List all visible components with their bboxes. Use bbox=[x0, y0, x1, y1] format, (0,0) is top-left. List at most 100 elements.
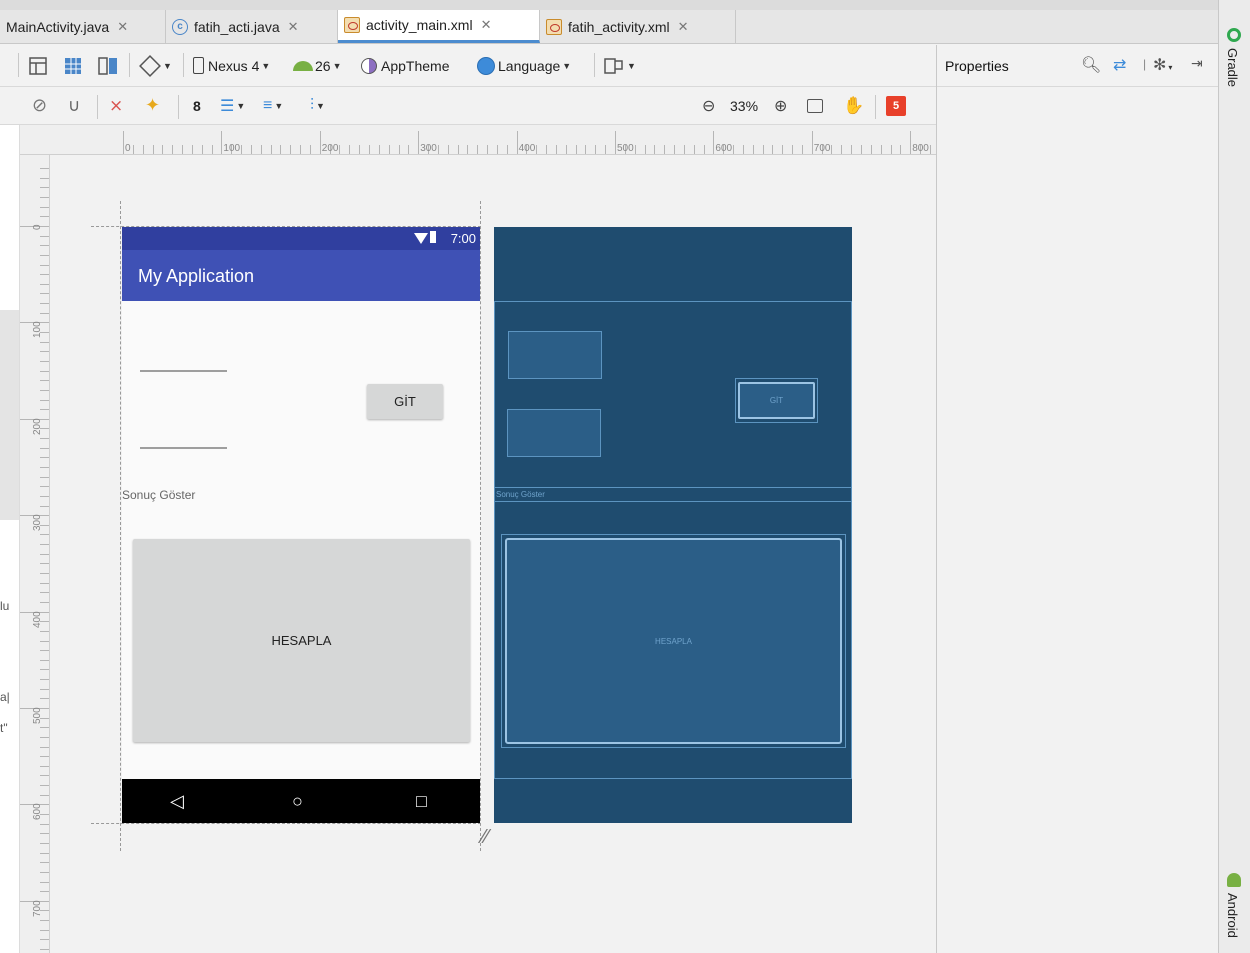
ruler-tick bbox=[40, 592, 49, 594]
close-icon[interactable]: ✕ bbox=[678, 19, 689, 35]
ruler-tick bbox=[674, 145, 676, 154]
ruler-tick bbox=[40, 669, 49, 671]
blueprint-git-button[interactable]: GİT bbox=[738, 382, 815, 419]
close-icon[interactable]: ✕ bbox=[288, 19, 299, 35]
resize-handle-icon[interactable]: ⁄⁄ bbox=[482, 826, 489, 849]
design-surface[interactable]: 7:00 My Application GİT Sonuç Göster HES… bbox=[122, 227, 480, 823]
hesapla-button[interactable]: HESAPLA bbox=[133, 539, 470, 742]
android-tool-button[interactable]: Android bbox=[1225, 893, 1240, 938]
hide-panel-icon[interactable]: ⇥ bbox=[1191, 55, 1203, 72]
ruler-tick bbox=[644, 145, 646, 154]
ruler-tick bbox=[487, 145, 489, 154]
ruler-tick bbox=[40, 197, 49, 199]
search-icon[interactable]: 🔍︎ bbox=[1081, 55, 1101, 75]
ruler-tick bbox=[447, 145, 449, 154]
orientation-button[interactable]: ▼ bbox=[139, 45, 172, 86]
layout-editor-toolbar: ▼ Nexus 4 ▼ 26 ▼ AppTheme Language ▼ ▼ bbox=[0, 45, 936, 87]
gradle-tool-button[interactable]: Gradle bbox=[1225, 48, 1240, 87]
autoconnect-button[interactable]: ∪ bbox=[68, 87, 80, 124]
ruler-tick bbox=[40, 168, 49, 170]
ruler-tick bbox=[40, 235, 49, 237]
result-textview[interactable]: Sonuç Göster bbox=[122, 488, 195, 502]
gear-icon[interactable]: ✻ ▾ bbox=[1153, 55, 1172, 75]
ruler-tick bbox=[40, 283, 49, 285]
zoom-in-button[interactable]: ⊕ bbox=[774, 87, 787, 124]
ruler-tick bbox=[40, 187, 49, 189]
tab-fatih-activity-xml[interactable]: fatih_activity.xml ✕ bbox=[540, 10, 736, 43]
close-icon[interactable]: ✕ bbox=[117, 19, 128, 35]
design-canvas[interactable]: 7:00 My Application GİT Sonuç Göster HES… bbox=[51, 156, 936, 953]
ruler-tick bbox=[40, 852, 49, 854]
pan-button[interactable]: ✋ bbox=[843, 87, 864, 124]
ruler-tick bbox=[40, 949, 49, 950]
tab-fatih-acti-java[interactable]: c fatih_acti.java ✕ bbox=[166, 10, 338, 43]
tab-mainactivity-java[interactable]: MainActivity.java ✕ bbox=[0, 10, 166, 43]
xml-layout-icon bbox=[546, 18, 562, 35]
device-selector[interactable]: Nexus 4 ▼ bbox=[193, 45, 270, 86]
ruler-tick bbox=[349, 145, 351, 154]
hide-constraints-button[interactable]: ⊘ bbox=[32, 87, 47, 124]
ruler-tick bbox=[280, 145, 282, 154]
ruler-tick bbox=[40, 380, 49, 382]
edittext-1[interactable] bbox=[140, 370, 227, 372]
guidelines-button[interactable]: ⫶ ▼ bbox=[310, 87, 325, 124]
language-label: Language bbox=[498, 57, 561, 74]
tab-activity-main-xml[interactable]: activity_main.xml ✕ bbox=[338, 10, 540, 43]
ruler-tick bbox=[309, 145, 311, 154]
default-margin-selector[interactable]: 8 bbox=[193, 87, 201, 124]
design-view-button[interactable] bbox=[28, 45, 48, 86]
ruler-tick bbox=[40, 842, 49, 844]
ruler-tick bbox=[654, 145, 656, 154]
design-blueprint-button[interactable] bbox=[97, 45, 119, 86]
blueprint-hesapla-label: HESAPLA bbox=[655, 636, 692, 646]
vertical-ruler: 0 100 200 300 400 500 600 700 bbox=[20, 155, 50, 953]
android-icon bbox=[1227, 873, 1241, 887]
ruler-tick bbox=[634, 145, 636, 154]
theme-selector[interactable]: AppTheme bbox=[361, 45, 449, 86]
ruler-tick bbox=[40, 177, 49, 179]
blueprint-edittext-2[interactable] bbox=[507, 409, 601, 457]
ruler-tick bbox=[40, 399, 49, 401]
edittext-2[interactable] bbox=[140, 447, 227, 449]
blueprint-surface[interactable]: GİT Sonuç Göster HESAPLA bbox=[494, 227, 852, 823]
infer-constraints-button[interactable]: ✦ bbox=[145, 87, 160, 124]
ruler-tick bbox=[40, 688, 49, 690]
ruler-tick bbox=[40, 216, 49, 218]
hand-icon: ✋ bbox=[843, 95, 865, 115]
ruler-tick bbox=[40, 871, 49, 873]
pack-button[interactable]: ☰ ▼ bbox=[220, 87, 245, 124]
blueprint-edittext-1[interactable] bbox=[508, 331, 602, 379]
clear-constraints-button[interactable]: ⨯ bbox=[109, 87, 123, 124]
git-button[interactable]: GİT bbox=[367, 384, 443, 419]
chevron-down-icon: ▼ bbox=[274, 100, 284, 111]
zoom-out-button[interactable]: ⊖ bbox=[702, 87, 715, 124]
ruler-tick bbox=[40, 341, 49, 343]
align-button[interactable]: ≡ ▼ bbox=[263, 87, 283, 124]
ruler-label: 200 bbox=[321, 143, 339, 154]
rotate-icon bbox=[139, 54, 161, 77]
blueprint-result-textview[interactable]: Sonuç Göster bbox=[494, 487, 852, 502]
language-selector[interactable]: Language ▼ bbox=[477, 45, 571, 86]
warnings-badge[interactable]: 5 bbox=[886, 87, 906, 124]
layout-variants-button[interactable]: ▼ bbox=[603, 45, 636, 86]
zoom-level: 33% bbox=[730, 87, 758, 124]
ruler-tick bbox=[40, 245, 49, 247]
ruler-tick bbox=[300, 145, 302, 154]
ruler-tick bbox=[221, 131, 223, 154]
ruler-tick bbox=[40, 736, 49, 738]
ruler-tick bbox=[40, 486, 49, 488]
blueprint-hesapla-button[interactable]: HESAPLA bbox=[505, 538, 842, 744]
zoom-to-fit-button[interactable] bbox=[807, 87, 823, 124]
close-icon[interactable]: ✕ bbox=[481, 17, 492, 33]
ruler-tick bbox=[40, 833, 49, 835]
swap-view-icon[interactable]: ⇄ bbox=[1113, 55, 1126, 75]
ruler-tick bbox=[575, 145, 577, 154]
ruler-tick bbox=[123, 131, 124, 154]
blueprint-view-icon bbox=[65, 57, 81, 74]
ruler-tick bbox=[211, 145, 213, 154]
blueprint-view-button[interactable] bbox=[63, 45, 83, 86]
api-level-selector[interactable]: 26 ▼ bbox=[293, 45, 342, 86]
ruler-tick bbox=[457, 145, 459, 154]
ruler-tick bbox=[40, 881, 49, 883]
java-class-icon: c bbox=[172, 18, 188, 35]
